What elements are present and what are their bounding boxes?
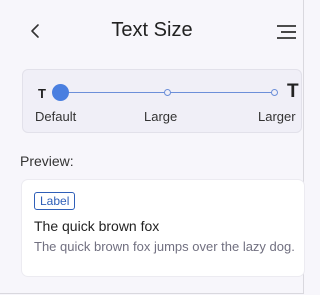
stop-label-larger: Larger xyxy=(258,109,296,124)
large-text-icon: T xyxy=(287,81,299,102)
app-frame: Text Size T T Default Large Larger Previ… xyxy=(0,0,304,294)
stop-label-large: Large xyxy=(144,109,178,124)
header-bar: Text Size xyxy=(0,0,304,62)
small-text-icon: T xyxy=(38,86,46,101)
preview-card: Label The quick brown fox The quick brow… xyxy=(22,180,304,276)
preview-chip: Label xyxy=(34,192,76,210)
menu-button[interactable] xyxy=(274,20,300,44)
preview-heading: The quick brown fox xyxy=(34,218,160,234)
preview-section-label: Preview: xyxy=(20,153,74,169)
slider-stop-large[interactable] xyxy=(164,89,171,96)
text-size-slider-card: T T Default Large Larger xyxy=(22,69,302,133)
slider-stop-larger[interactable] xyxy=(271,89,278,96)
stop-label-default: Default xyxy=(35,109,77,124)
menu-icon xyxy=(277,25,296,39)
page-title: Text Size xyxy=(111,19,193,41)
slider-thumb[interactable] xyxy=(52,84,69,101)
preview-body: The quick brown fox jumps over the lazy … xyxy=(34,239,295,254)
